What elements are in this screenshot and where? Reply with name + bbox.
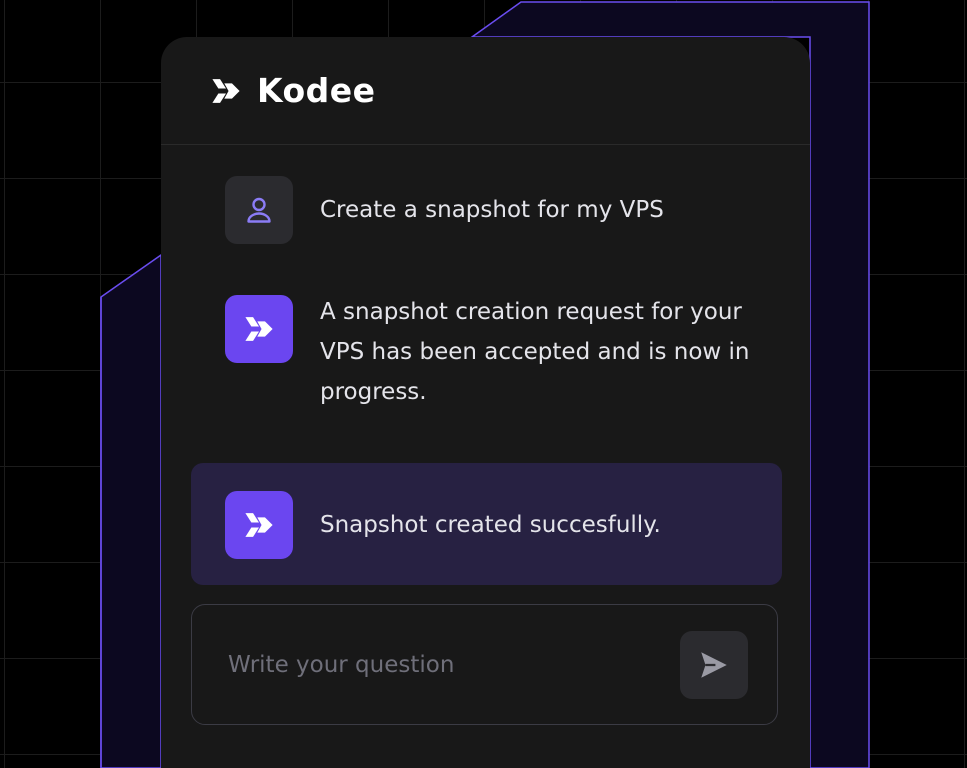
message-text: Snapshot created succesfully. [320,512,661,538]
kodee-logo-icon [209,74,243,108]
assistant-avatar [225,491,293,559]
send-button[interactable] [680,631,748,699]
message-text: A snapshot creation request for your VPS… [320,299,750,405]
message-user: Create a snapshot for my VPS [225,176,664,244]
assistant-avatar [225,295,293,363]
question-composer [191,604,778,725]
chat-header: Kodee [161,37,810,145]
kodee-logo-icon [245,317,273,341]
brand-name: Kodee [257,71,376,110]
user-avatar [225,176,293,244]
message-assistant: A snapshot creation request for your VPS… [225,295,760,412]
kodee-logo-icon [245,513,273,537]
message-text: Create a snapshot for my VPS [320,197,664,223]
message-assistant-highlighted: Snapshot created succesfully. [225,491,661,559]
question-input[interactable] [226,650,660,679]
chat-panel: Kodee Create a snapshot for my VPS A sna… [161,37,810,768]
user-icon [247,197,271,223]
send-icon [701,652,727,678]
